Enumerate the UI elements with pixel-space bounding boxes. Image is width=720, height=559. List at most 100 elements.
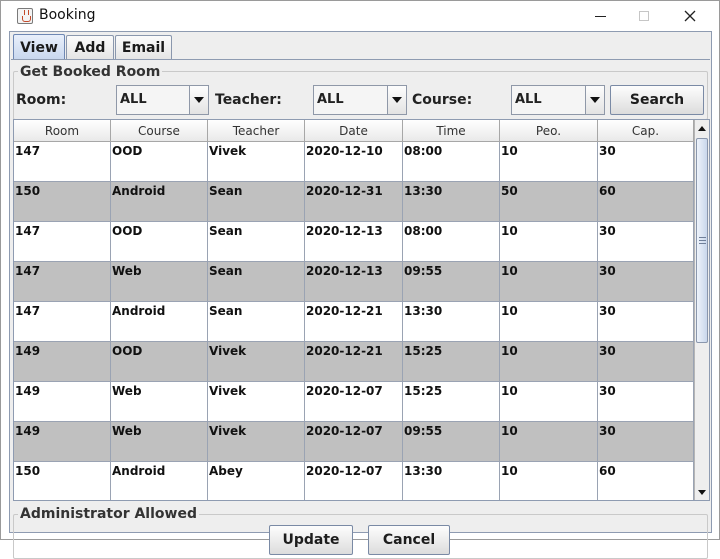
table-cell[interactable]: 2020-12-31 bbox=[305, 182, 403, 221]
admin-group-title: Administrator Allowed bbox=[18, 506, 199, 522]
table-cell[interactable]: 30 bbox=[598, 262, 694, 301]
column-header-people[interactable]: Peo. bbox=[500, 120, 598, 142]
table-cell[interactable]: 147 bbox=[14, 262, 111, 301]
maximize-button[interactable] bbox=[621, 1, 667, 31]
table-cell[interactable]: 149 bbox=[14, 342, 111, 381]
tab-add[interactable]: Add bbox=[66, 35, 114, 59]
table-cell[interactable]: 09:55 bbox=[403, 262, 500, 301]
table-cell[interactable]: 2020-12-07 bbox=[305, 462, 403, 500]
close-button[interactable] bbox=[667, 1, 713, 31]
table-cell[interactable]: 2020-12-10 bbox=[305, 142, 403, 181]
column-header-date[interactable]: Date bbox=[305, 120, 403, 142]
table-cell[interactable]: 30 bbox=[598, 222, 694, 261]
table-cell[interactable]: 147 bbox=[14, 302, 111, 341]
table-cell[interactable]: 30 bbox=[598, 142, 694, 181]
table-cell[interactable]: 149 bbox=[14, 382, 111, 421]
table-row[interactable]: 149 Web Vivek 2020-12-07 09:55 10 30 bbox=[14, 422, 694, 462]
table-cell[interactable]: Sean bbox=[208, 222, 305, 261]
table-cell[interactable]: 150 bbox=[14, 462, 111, 500]
table-cell[interactable]: 30 bbox=[598, 302, 694, 341]
table-cell[interactable]: 13:30 bbox=[403, 182, 500, 221]
table-cell[interactable]: 09:55 bbox=[403, 422, 500, 461]
table-cell[interactable]: 2020-12-21 bbox=[305, 302, 403, 341]
table-row[interactable]: 147 OOD Sean 2020-12-13 08:00 10 30 bbox=[14, 222, 694, 262]
table-cell[interactable]: Android bbox=[111, 182, 208, 221]
table-cell[interactable]: 50 bbox=[500, 182, 598, 221]
table-cell[interactable]: 150 bbox=[14, 182, 111, 221]
column-header-room[interactable]: Room bbox=[14, 120, 111, 142]
teacher-combo-arrow[interactable] bbox=[387, 86, 406, 114]
table-cell[interactable]: Vivek bbox=[208, 422, 305, 461]
table-cell[interactable]: 10 bbox=[500, 302, 598, 341]
table-cell[interactable]: 15:25 bbox=[403, 342, 500, 381]
table-cell[interactable]: 08:00 bbox=[403, 142, 500, 181]
column-header-time[interactable]: Time bbox=[403, 120, 500, 142]
course-combo-value: ALL bbox=[515, 92, 542, 107]
course-combo-arrow[interactable] bbox=[585, 86, 604, 114]
table-cell[interactable]: Sean bbox=[208, 182, 305, 221]
table-cell[interactable]: 13:30 bbox=[403, 302, 500, 341]
search-button[interactable]: Search bbox=[610, 85, 704, 115]
minimize-button[interactable] bbox=[577, 1, 623, 31]
table-row[interactable]: 147 OOD Vivek 2020-12-10 08:00 10 30 bbox=[14, 142, 694, 182]
table-cell[interactable]: 13:30 bbox=[403, 462, 500, 500]
table-cell[interactable]: 10 bbox=[500, 382, 598, 421]
room-combo[interactable]: ALL bbox=[116, 85, 209, 115]
table-cell[interactable]: Vivek bbox=[208, 142, 305, 181]
scrollbar-thumb[interactable] bbox=[696, 138, 708, 343]
table-vertical-scrollbar[interactable] bbox=[694, 120, 709, 500]
tab-email[interactable]: Email bbox=[115, 35, 172, 59]
table-cell[interactable]: 2020-12-13 bbox=[305, 262, 403, 301]
table-cell[interactable]: Web bbox=[111, 262, 208, 301]
table-cell[interactable]: 149 bbox=[14, 422, 111, 461]
table-cell[interactable]: 30 bbox=[598, 382, 694, 421]
table-cell[interactable]: 30 bbox=[598, 342, 694, 381]
table-cell[interactable]: 10 bbox=[500, 262, 598, 301]
table-cell[interactable]: Vivek bbox=[208, 382, 305, 421]
teacher-combo[interactable]: ALL bbox=[313, 85, 407, 115]
table-cell[interactable]: 2020-12-07 bbox=[305, 422, 403, 461]
table-cell[interactable]: 10 bbox=[500, 342, 598, 381]
table-cell[interactable]: Sean bbox=[208, 262, 305, 301]
table-cell[interactable]: Android bbox=[111, 462, 208, 500]
table-row[interactable]: 147 Android Sean 2020-12-21 13:30 10 30 bbox=[14, 302, 694, 342]
table-cell[interactable]: 60 bbox=[598, 462, 694, 500]
table-cell[interactable]: 2020-12-13 bbox=[305, 222, 403, 261]
scroll-down-button[interactable] bbox=[695, 484, 709, 500]
table-cell[interactable]: 10 bbox=[500, 462, 598, 500]
table-cell[interactable]: 2020-12-07 bbox=[305, 382, 403, 421]
table-cell[interactable]: Web bbox=[111, 382, 208, 421]
table-cell[interactable]: 147 bbox=[14, 222, 111, 261]
column-header-capacity[interactable]: Cap. bbox=[598, 120, 694, 142]
table-cell[interactable]: 10 bbox=[500, 222, 598, 261]
tab-view[interactable]: View bbox=[13, 34, 65, 60]
table-cell[interactable]: Web bbox=[111, 422, 208, 461]
table-cell[interactable]: Abey bbox=[208, 462, 305, 500]
table-cell[interactable]: 10 bbox=[500, 142, 598, 181]
table-cell[interactable]: 2020-12-21 bbox=[305, 342, 403, 381]
table-cell[interactable]: Android bbox=[111, 302, 208, 341]
table-row[interactable]: 147 Web Sean 2020-12-13 09:55 10 30 bbox=[14, 262, 694, 302]
cancel-button[interactable]: Cancel bbox=[368, 525, 450, 555]
table-cell[interactable]: OOD bbox=[111, 342, 208, 381]
course-combo[interactable]: ALL bbox=[511, 85, 605, 115]
table-cell[interactable]: 147 bbox=[14, 142, 111, 181]
table-row[interactable]: 150 Android Abey 2020-12-07 13:30 10 60 bbox=[14, 462, 694, 500]
table-cell[interactable]: OOD bbox=[111, 222, 208, 261]
table-cell[interactable]: 10 bbox=[500, 422, 598, 461]
table-cell[interactable]: Vivek bbox=[208, 342, 305, 381]
column-header-teacher[interactable]: Teacher bbox=[208, 120, 305, 142]
table-cell[interactable]: 60 bbox=[598, 182, 694, 221]
table-cell[interactable]: Sean bbox=[208, 302, 305, 341]
table-row[interactable]: 150 Android Sean 2020-12-31 13:30 50 60 bbox=[14, 182, 694, 222]
scroll-up-button[interactable] bbox=[695, 120, 709, 136]
table-cell[interactable]: 30 bbox=[598, 422, 694, 461]
table-cell[interactable]: OOD bbox=[111, 142, 208, 181]
table-cell[interactable]: 15:25 bbox=[403, 382, 500, 421]
table-row[interactable]: 149 OOD Vivek 2020-12-21 15:25 10 30 bbox=[14, 342, 694, 382]
table-row[interactable]: 149 Web Vivek 2020-12-07 15:25 10 30 bbox=[14, 382, 694, 422]
update-button[interactable]: Update bbox=[269, 525, 353, 555]
column-header-course[interactable]: Course bbox=[111, 120, 208, 142]
room-combo-arrow[interactable] bbox=[189, 86, 208, 114]
table-cell[interactable]: 08:00 bbox=[403, 222, 500, 261]
